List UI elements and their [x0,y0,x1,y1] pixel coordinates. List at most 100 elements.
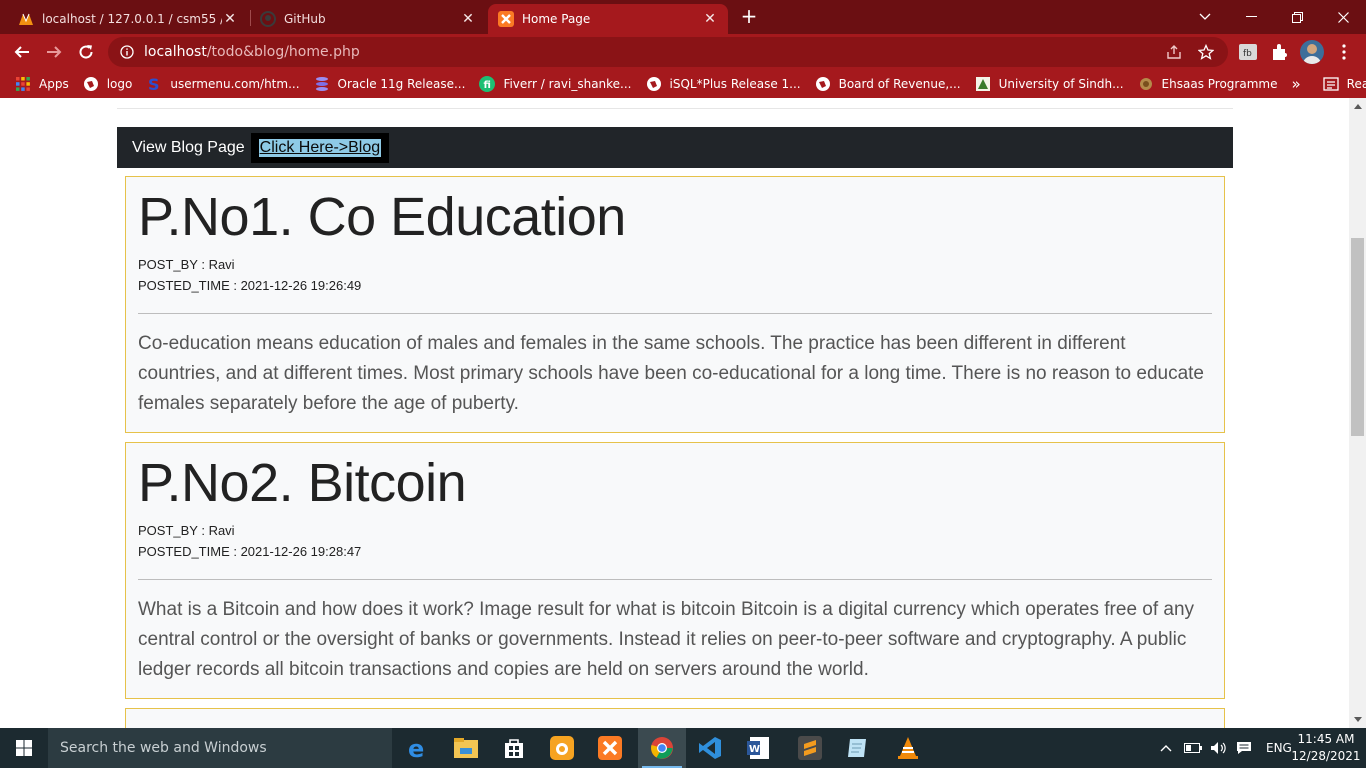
restore-button[interactable] [1274,0,1320,34]
bookmark-label: usermenu.com/htm... [170,77,300,91]
volume-icon[interactable] [1210,741,1228,755]
taskbar-store[interactable] [490,728,538,768]
bookmark-label: University of Sindh... [998,77,1124,91]
bookmark-board-of-revenue[interactable]: Board of Revenue,... [808,72,968,96]
browser-menu-button[interactable] [1330,38,1358,66]
system-tray: ENG [1160,728,1292,768]
taskbar-uc-browser[interactable] [538,728,586,768]
post-time: POSTED_TIME : 2021-12-26 19:26:49 [138,278,362,293]
taskbar-word[interactable]: W [734,728,782,768]
scroll-up-arrow[interactable] [1349,98,1366,115]
minimize-button[interactable] [1228,0,1274,34]
bookmark-university-of-sindh[interactable]: University of Sindh... [968,72,1131,96]
avatar[interactable] [1300,40,1324,64]
chevron-down-icon [1199,13,1211,20]
battery-icon[interactable] [1184,743,1202,753]
navbar-brand: View Blog Page [132,138,245,156]
taskbar-search-input[interactable]: Search the web and Windows [48,728,392,768]
close-window-button[interactable] [1320,0,1366,34]
extension-icon[interactable]: fb [1238,42,1258,62]
url-path: /todo&blog/home.php [206,44,360,60]
taskbar-vlc[interactable] [884,728,932,768]
blog-post-card-partial [125,708,1225,728]
ehsaas-icon [1139,78,1152,90]
notepad-icon [848,739,866,757]
tab-search-dropdown-button[interactable] [1182,0,1228,34]
tab-home-page[interactable]: Home Page ✕ [488,4,728,34]
language-indicator[interactable]: ENG [1266,741,1292,755]
svg-text:fb: fb [1243,49,1252,59]
blog-link[interactable]: Click Here->Blog [258,138,382,157]
taskbar-edge[interactable]: e [394,728,442,768]
bookmarks-overflow-button[interactable]: » [1284,72,1307,96]
post-time: POSTED_TIME : 2021-12-26 19:28:47 [138,544,362,559]
url-host: localhost [144,44,207,60]
s-logo-icon: S [148,76,160,92]
github-icon [260,11,276,27]
forward-button[interactable] [40,38,68,66]
taskbar-chrome[interactable] [638,728,686,768]
blog-navbar: View Blog Page Click Here->Blog [117,127,1233,168]
vscode-icon [699,737,721,759]
reload-button[interactable] [72,38,100,66]
browser-toolbar: localhost/todo&blog/home.php fb [0,34,1366,70]
vlc-icon [898,737,918,759]
tab-close-button[interactable]: ✕ [222,11,238,27]
tab-title: Home Page [522,12,591,26]
restore-icon [1291,11,1303,23]
bookmark-isqlplus[interactable]: iSQL*Plus Release 1... [639,72,808,96]
reading-list-icon [1323,77,1339,91]
scrollbar-thumb[interactable] [1351,238,1364,436]
bookmark-apps[interactable]: Apps [8,72,76,96]
windows-taskbar: Search the web and Windows e W ENG 11:45… [0,728,1366,768]
action-center-icon[interactable] [1236,741,1252,755]
bookmark-label: Apps [39,77,69,91]
new-tab-button[interactable]: + [738,6,760,28]
minimize-icon [1245,16,1257,17]
taskbar-clock[interactable]: 11:45 AM 12/28/2021 [1290,731,1362,765]
more-vertical-icon [1342,44,1346,60]
share-icon[interactable] [1166,44,1182,60]
chevron-up-icon[interactable] [1160,744,1172,752]
tab-github[interactable]: GitHub ✕ [250,4,486,34]
taskbar-vscode[interactable] [686,728,734,768]
edge-icon: e [408,736,424,760]
svg-text:e: e [408,736,424,760]
bookmark-fiverr[interactable]: fi Fiverr / ravi_shanke... [472,72,638,96]
taskbar-file-explorer[interactable] [442,728,490,768]
tab-phpmyadmin[interactable]: localhost / 127.0.0.1 / csm55 / blo ✕ [8,4,248,34]
taskbar-notepad[interactable] [834,728,882,768]
page-scrollbar[interactable] [1349,98,1366,728]
tab-close-button[interactable]: ✕ [460,11,476,27]
info-icon[interactable] [120,45,134,59]
page-divider [117,108,1233,109]
globe-icon [815,77,830,91]
taskbar-xampp[interactable] [586,728,634,768]
tab-close-button[interactable]: ✕ [702,11,718,27]
back-button[interactable] [8,38,36,66]
tab-title: localhost / 127.0.0.1 / csm55 / blo [42,12,222,26]
bookmark-ehsaas[interactable]: Ehsaas Programme [1131,72,1285,96]
clock-date: 12/28/2021 [1291,749,1361,763]
start-button[interactable] [0,728,48,768]
taskbar-sublime[interactable] [786,728,834,768]
blog-post-card: P.No1. Co Education POST_BY : Ravi POSTE… [125,176,1225,433]
post-title: P.No2. Bitcoin [138,453,467,513]
windows-logo-icon [16,740,32,756]
blog-link-container: Click Here->Blog [250,132,390,163]
bookmark-usermenu[interactable]: S usermenu.com/htm... [139,72,306,96]
bookmark-star-icon[interactable] [1198,44,1214,60]
page-viewport: View Blog Page Click Here->Blog P.No1. C… [0,98,1366,728]
reading-list-button[interactable]: Reading list [1316,72,1366,96]
bookmark-logo[interactable]: logo [76,72,140,96]
scroll-down-arrow[interactable] [1349,711,1366,728]
close-icon [1337,11,1349,23]
bookmarks-bar: Apps logo S usermenu.com/htm... Oracle 1… [0,70,1366,98]
word-icon: W [747,737,769,759]
clock-time: 11:45 AM [1297,732,1355,746]
address-bar[interactable]: localhost/todo&blog/home.php [108,37,1228,67]
bookmark-oracle[interactable]: Oracle 11g Release... [307,72,473,96]
post-author: POST_BY : Ravi [138,523,235,538]
bookmark-label: Ehsaas Programme [1161,77,1278,91]
extensions-puzzle-icon[interactable] [1270,42,1290,62]
